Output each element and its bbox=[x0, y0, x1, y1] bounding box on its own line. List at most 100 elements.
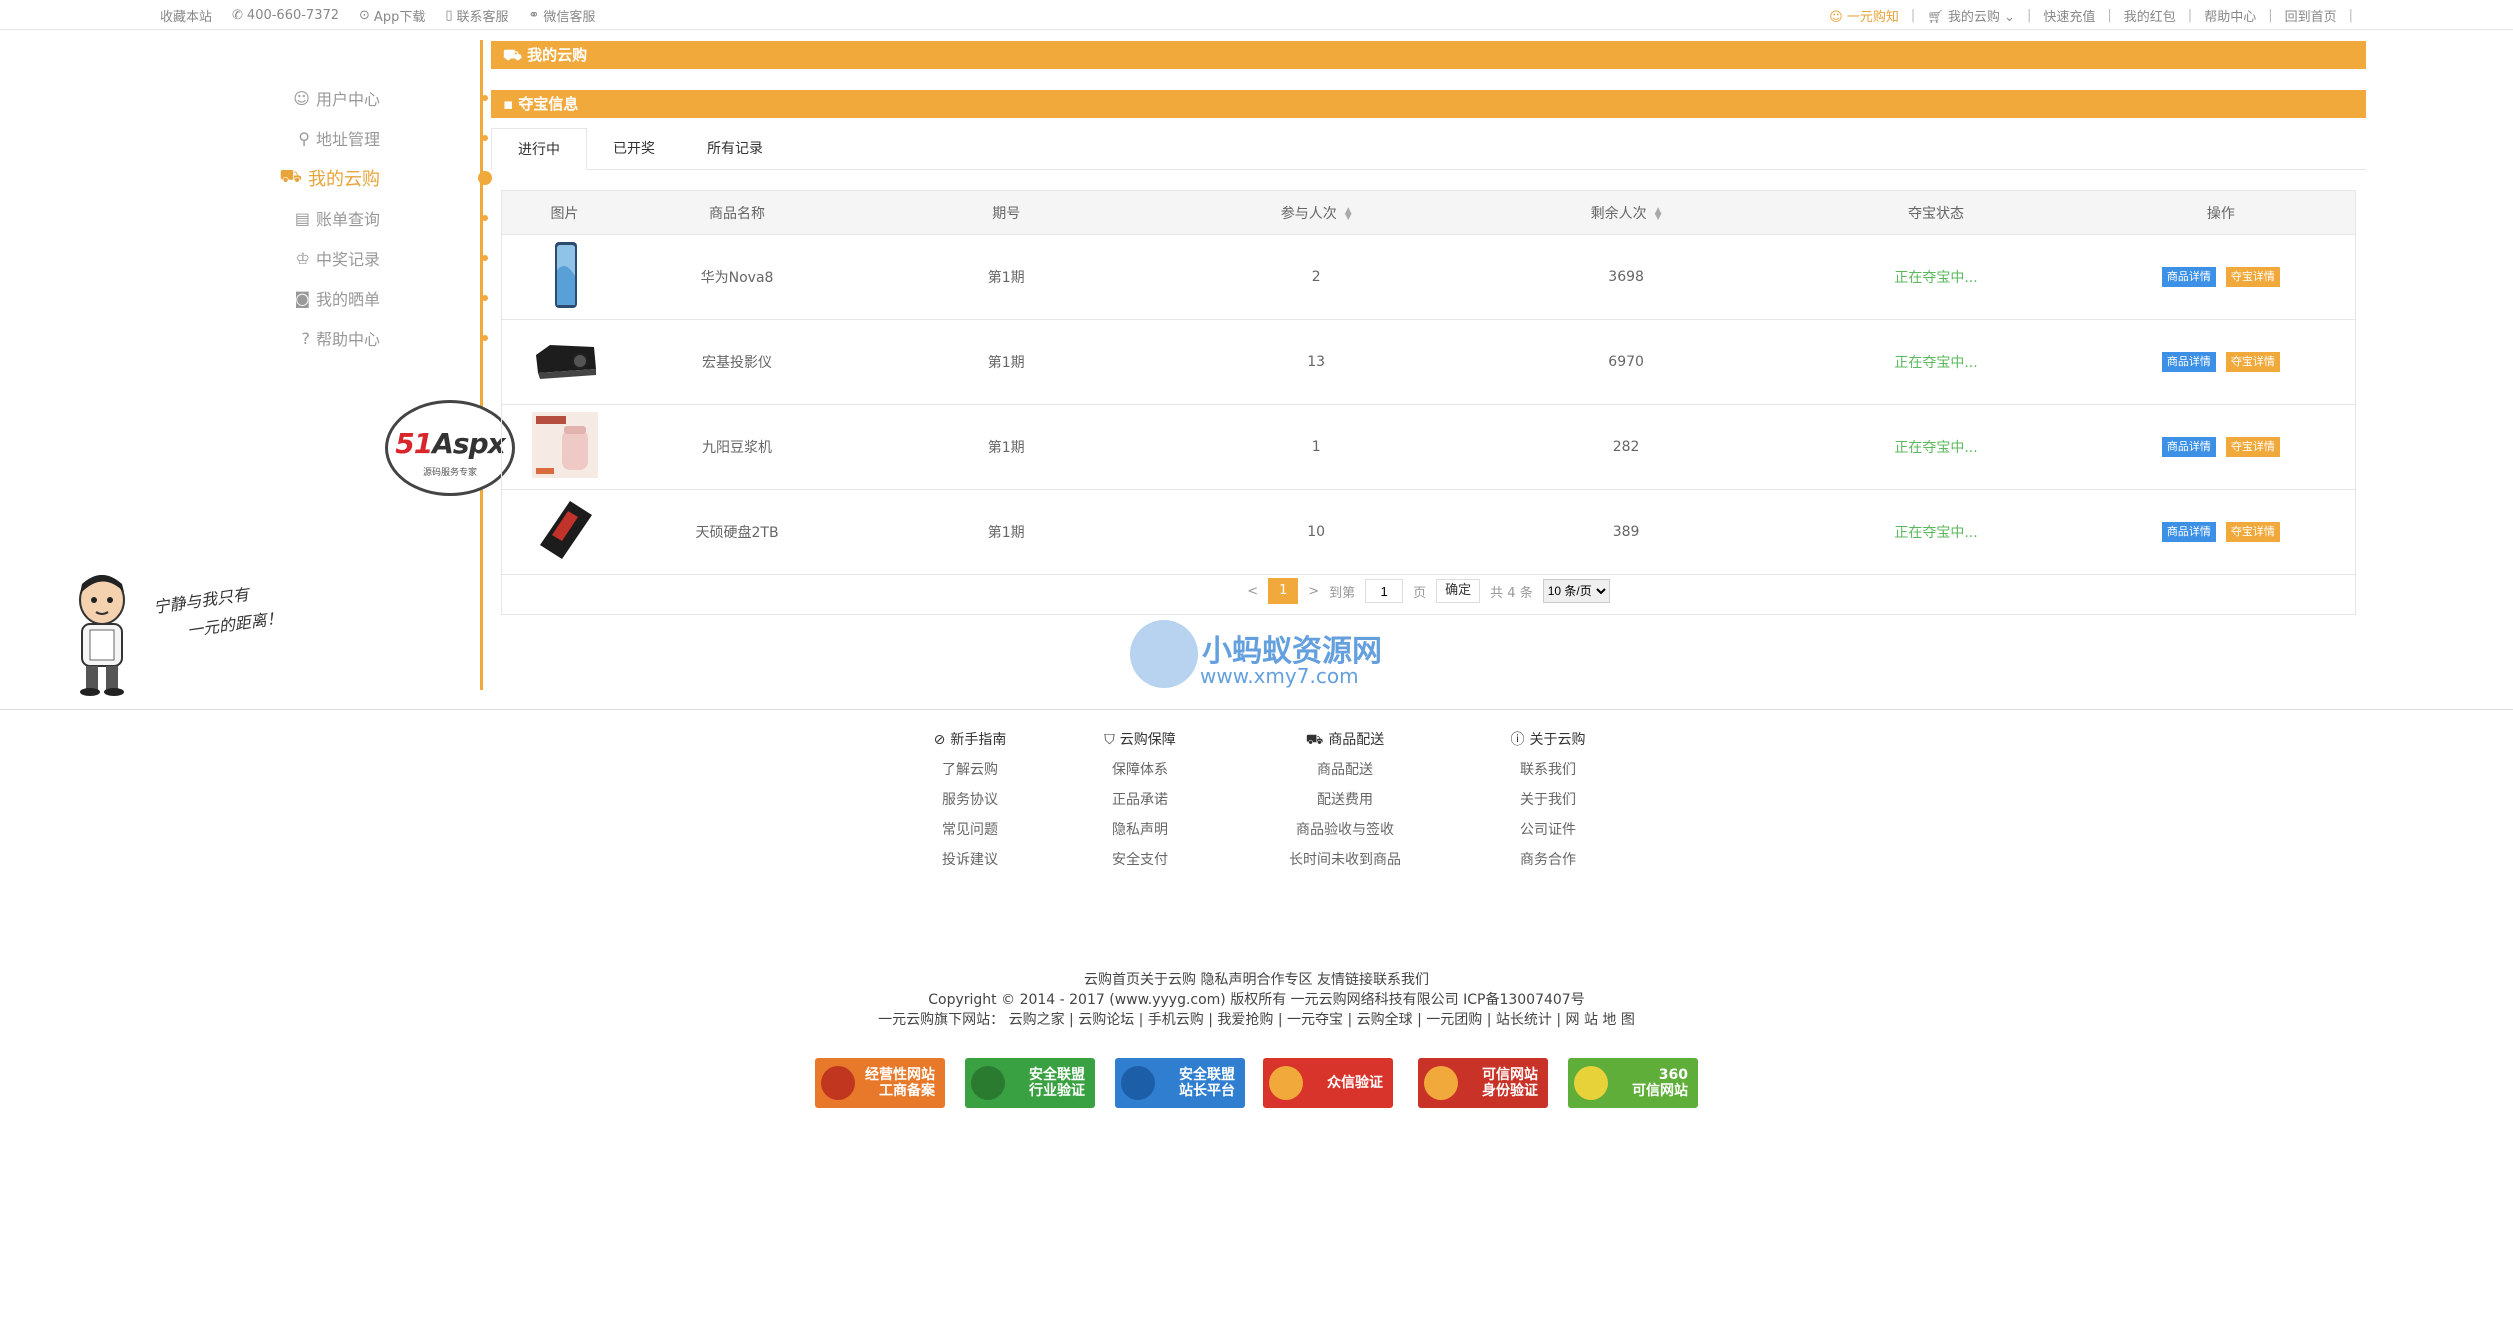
my-yungou-menu[interactable]: 🛒︎ 我的云购 ⌄ bbox=[1915, 6, 2027, 25]
cart-icon: 🛒︎ bbox=[1927, 9, 1944, 25]
sidebar-item-bill[interactable]: ▤ 账单查询 bbox=[260, 198, 488, 238]
wechat-service-link[interactable]: ⚭ 微信客服 bbox=[529, 6, 596, 25]
footer-link[interactable]: 联系我们 bbox=[1458, 755, 1638, 785]
footer-link[interactable]: 投诉建议 bbox=[880, 845, 1060, 875]
my-redpacket-link[interactable]: 我的红包 bbox=[2112, 6, 2188, 25]
treasure-status: 正在夺宝中... bbox=[1894, 270, 1978, 286]
treasure-detail-button[interactable]: 夺宝详情 bbox=[2225, 437, 2280, 457]
footer-col-title: ⊘ 新手指南 bbox=[880, 725, 1060, 755]
footer-link[interactable]: 隐私声明 bbox=[1050, 815, 1230, 845]
footer-link[interactable]: 长时间未收到商品 bbox=[1255, 845, 1435, 875]
product-name: 华为Nova8 bbox=[700, 270, 774, 286]
product-thumb[interactable] bbox=[502, 410, 627, 484]
cartoon-mascot: 宁静与我只有 一元的距离！ bbox=[60, 570, 320, 700]
remaining-count: 3698 bbox=[1608, 269, 1644, 285]
footer-link[interactable]: 公司证件 bbox=[1458, 815, 1638, 845]
footer-link[interactable]: 关于我们 bbox=[1458, 785, 1638, 815]
sidebar-item-address[interactable]: ⚲ 地址管理 bbox=[260, 118, 488, 158]
mascot-handwriting: 宁静与我只有 一元的距离！ bbox=[152, 584, 284, 641]
product-detail-button[interactable]: 商品详情 bbox=[2161, 267, 2216, 287]
goto-page-input[interactable] bbox=[1365, 579, 1404, 603]
footer-nav-line[interactable]: 云购首页关于云购 隐私声明合作专区 友情链接联系我们 bbox=[0, 970, 2513, 990]
sidebar-item-label: 帮助中心 bbox=[315, 330, 380, 349]
col-status-header: 夺宝状态 bbox=[1908, 205, 1965, 222]
yiyuan-notice-link[interactable]: ☺ 一元购知 bbox=[1817, 6, 1911, 25]
badge-zhongxin-verify[interactable]: 众信验证 bbox=[1263, 1058, 1393, 1108]
quick-recharge-link[interactable]: 快速充值 bbox=[2031, 6, 2107, 25]
sidebar-item-help[interactable]: ? 帮助中心 bbox=[260, 318, 488, 358]
product-detail-button[interactable]: 商品详情 bbox=[2161, 437, 2216, 457]
tab-all-records[interactable]: 所有记录 bbox=[681, 128, 789, 170]
footer-link[interactable]: 安全支付 bbox=[1050, 845, 1230, 875]
badge-industry-verify[interactable]: 安全联盟 行业验证 bbox=[965, 1058, 1095, 1108]
sort-icon[interactable]: ▲ ▼ bbox=[1345, 206, 1352, 221]
contact-service-link[interactable]: ▯ 联系客服 bbox=[445, 6, 508, 25]
emblem-icon bbox=[821, 1066, 855, 1100]
app-download-link[interactable]: ⊙ App下载 bbox=[359, 6, 425, 25]
product-detail-button[interactable]: 商品详情 bbox=[2161, 522, 2216, 542]
sidebar-item-label: 我的晒单 bbox=[315, 290, 380, 309]
sort-icon[interactable]: ▲ ▼ bbox=[1655, 206, 1662, 221]
top-bar: 收藏本站 ✆ 400-660-7372 ⊙ App下载 ▯ 联系客服 ⚭ 微信客服 ☺ … bbox=[0, 0, 2513, 30]
product-thumb[interactable] bbox=[502, 240, 627, 314]
footer-link[interactable]: 配送费用 bbox=[1255, 785, 1435, 815]
footer-col-about: ⓘ 关于云购 联系我们 关于我们 公司证件 商务合作 bbox=[1458, 725, 1638, 875]
footer-link[interactable]: 商品配送 bbox=[1255, 755, 1435, 785]
back-home-link[interactable]: 回到首页 bbox=[2273, 6, 2349, 25]
timeline-dot bbox=[482, 215, 488, 221]
footer-link[interactable]: 正品承诺 bbox=[1050, 785, 1230, 815]
product-name: 天硕硬盘2TB bbox=[695, 525, 779, 541]
treasure-detail-button[interactable]: 夺宝详情 bbox=[2225, 267, 2280, 287]
sister-sites[interactable]: 一元云购旗下网站： 云购之家 | 云购论坛 | 手机云购 | 我爱抢购 | 一元… bbox=[0, 1010, 2513, 1030]
product-detail-button[interactable]: 商品详情 bbox=[2161, 352, 2216, 372]
records-table: 图片 商品名称 期号 参与人次 ▲ ▼ 剩余人次 ▲ ▼ 夺宝状态 操作 华为Nova8… bbox=[501, 190, 2356, 615]
sidebar-item-user-center[interactable]: ☺ 用户中心 bbox=[260, 78, 488, 118]
col-joined-label: 参与人次 bbox=[1280, 205, 1337, 222]
footer-link[interactable]: 保障体系 bbox=[1050, 755, 1230, 785]
51aspx-logo-sub: 源码服务专家 bbox=[422, 468, 477, 478]
footer-link[interactable]: 了解云购 bbox=[880, 755, 1060, 785]
badge-trusted-site[interactable]: 可信网站 身份验证 bbox=[1418, 1058, 1548, 1108]
my-yungou-text: 我的云购 bbox=[1947, 9, 2000, 25]
treasure-status: 正在夺宝中... bbox=[1894, 440, 1978, 456]
page-size-select[interactable]: 10 条/页 bbox=[1542, 579, 1610, 603]
remaining-count: 282 bbox=[1612, 439, 1640, 455]
badge-business-record[interactable]: 经营性网站 工商备案 bbox=[815, 1058, 945, 1108]
footer-link[interactable]: 商品验收与签收 bbox=[1255, 815, 1435, 845]
bookmark-link[interactable]: 收藏本站 bbox=[160, 6, 212, 25]
page-1-button[interactable]: 1 bbox=[1268, 578, 1299, 604]
footer-link[interactable]: 常见问题 bbox=[880, 815, 1060, 845]
sidebar-item-my-yungou[interactable]: ⛟ 我的云购 bbox=[260, 158, 492, 198]
hotline-link[interactable]: ✆ 400-660-7372 bbox=[232, 8, 339, 23]
watermark: 小蚂蚁资源网 www.xmy7.com bbox=[1130, 620, 1390, 700]
pagination: < 1 > 到第 页 确定 共 4 条 10 条/页 bbox=[502, 576, 2355, 606]
treasure-detail-button[interactable]: 夺宝详情 bbox=[2225, 522, 2280, 542]
trust-badges: 经营性网站 工商备案 安全联盟 行业验证 安全联盟 站长平台 众信验证 可信网站… bbox=[0, 1058, 2513, 1110]
prev-page-button[interactable]: < bbox=[1247, 584, 1258, 599]
award-icon: ♔ bbox=[295, 248, 310, 268]
info-icon: ⓘ bbox=[1510, 732, 1525, 748]
col-joined-header[interactable]: 参与人次 ▲ ▼ bbox=[1165, 203, 1466, 223]
tab-in-progress[interactable]: 进行中 bbox=[491, 128, 587, 170]
footer-link[interactable]: 服务协议 bbox=[880, 785, 1060, 815]
badge-text: 安全联盟 站长平台 bbox=[1179, 1067, 1235, 1099]
sidebar-item-award[interactable]: ♔ 中奖记录 bbox=[260, 238, 488, 278]
col-remaining-header[interactable]: 剩余人次 ▲ ▼ bbox=[1467, 203, 1785, 223]
footer-col-guarantee: ⛉ 云购保障 保障体系 正品承诺 隐私声明 安全支付 bbox=[1050, 725, 1230, 875]
my-yungou-header: ⛟ 我的云购 bbox=[491, 41, 2366, 69]
sidebar-item-label: 地址管理 bbox=[315, 130, 380, 149]
treasure-detail-button[interactable]: 夺宝详情 bbox=[2225, 352, 2280, 372]
badge-webmaster-platform[interactable]: 安全联盟 站长平台 bbox=[1115, 1058, 1245, 1108]
confirm-button[interactable]: 确定 bbox=[1436, 579, 1481, 603]
help-center-link[interactable]: 帮助中心 bbox=[2192, 6, 2268, 25]
col-period-header: 期号 bbox=[992, 205, 1021, 222]
next-page-button[interactable]: > bbox=[1308, 584, 1319, 599]
footer-link[interactable]: 商务合作 bbox=[1458, 845, 1638, 875]
product-thumb[interactable] bbox=[502, 495, 627, 569]
product-name: 九阳豆浆机 bbox=[702, 440, 773, 456]
tab-drawn[interactable]: 已开奖 bbox=[587, 128, 681, 170]
product-thumb[interactable] bbox=[502, 325, 627, 399]
sidebar-item-share[interactable]: ◙ 我的晒单 bbox=[260, 278, 488, 318]
timeline-dot bbox=[482, 335, 488, 341]
badge-360-trusted[interactable]: 360 可信网站 bbox=[1568, 1058, 1698, 1108]
